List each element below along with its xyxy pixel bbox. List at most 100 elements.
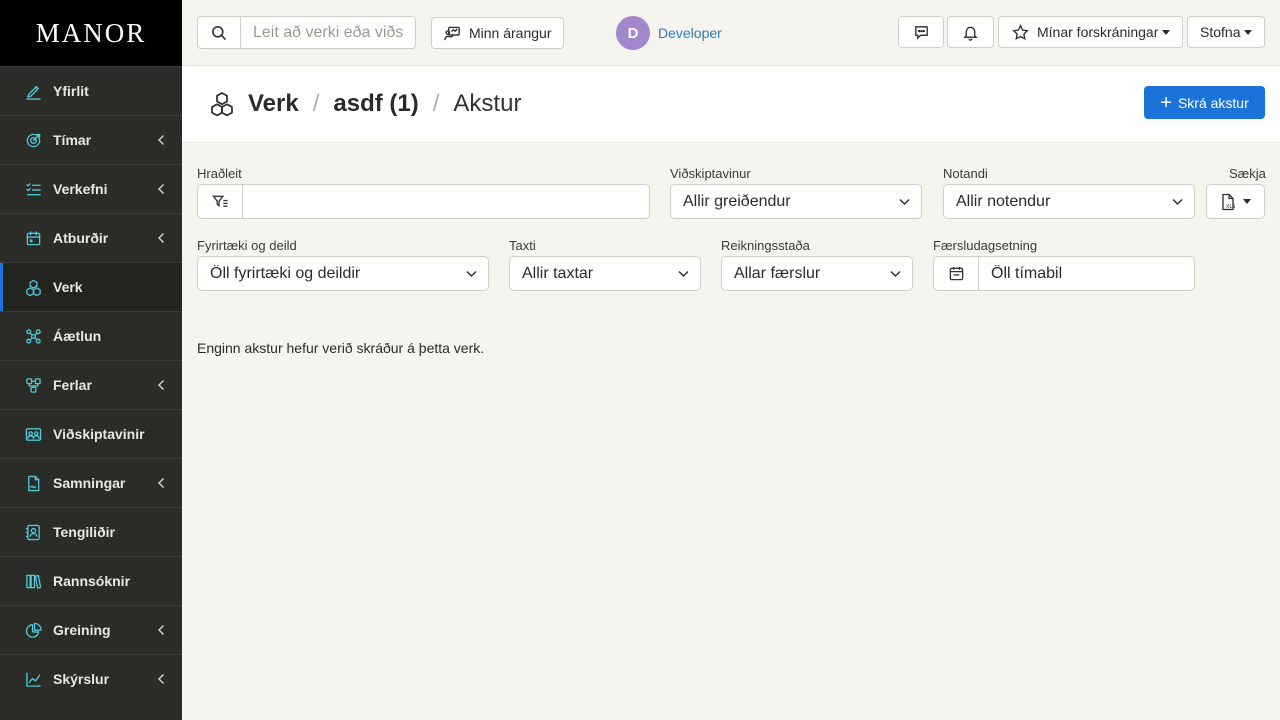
company-select[interactable]: Öll fyrirtæki og deildir — [197, 256, 489, 291]
chevron-down-icon — [677, 267, 690, 280]
chevron-down-icon — [1171, 195, 1184, 208]
sidebar-item-skyrslur[interactable]: Skýrslur — [0, 654, 182, 703]
sidebar-item-verkefni[interactable]: Verkefni — [0, 164, 182, 213]
sidebar-item-yfirlit[interactable]: Yfirlit — [0, 66, 182, 115]
create-label: Stofna — [1200, 24, 1241, 40]
sidebar-item-label: Ferlar — [53, 377, 92, 393]
customer-select[interactable]: Allir greiðendur — [670, 184, 922, 219]
sidebar-item-rannsoknir[interactable]: Rannsóknir — [0, 556, 182, 605]
avatar: D — [616, 16, 650, 50]
company-label: Fyrirtæki og deild — [197, 238, 297, 253]
billing-label: Reikningsstaða — [721, 238, 810, 253]
create-dropdown[interactable]: Stofna — [1187, 16, 1265, 48]
chevron-left-icon — [156, 134, 166, 146]
chevron-down-icon — [465, 267, 478, 280]
calendar-icon — [24, 229, 42, 247]
caret-down-icon — [1162, 29, 1171, 35]
messages-button[interactable] — [898, 16, 944, 48]
user-filter-label: Notandi — [943, 166, 988, 181]
caret-down-icon — [1243, 199, 1251, 204]
export-label: Sækja — [1229, 166, 1266, 181]
date-label: Færsludagsetning — [933, 238, 1038, 253]
sidebar-item-label: Verkefni — [53, 181, 108, 197]
filter-toggle-button[interactable] — [198, 185, 243, 218]
presentation-icon — [444, 26, 460, 40]
calendar-button[interactable] — [934, 257, 979, 290]
topbar: Minn árangur D Developer Mínar forskráni… — [182, 0, 1280, 66]
pie-chart-icon — [24, 621, 42, 639]
chevron-down-icon — [898, 195, 911, 208]
chevron-left-icon — [156, 624, 166, 636]
billing-select[interactable]: Allar færslur — [721, 256, 913, 291]
search-button[interactable] — [198, 17, 241, 48]
chevron-left-icon — [156, 673, 166, 685]
sidebar-item-verk[interactable]: Verk — [0, 262, 182, 311]
sidebar-item-timar[interactable]: Tímar — [0, 115, 182, 164]
sidebar-item-ferlar[interactable]: Ferlar — [0, 360, 182, 409]
notifications-button[interactable] — [947, 16, 994, 48]
chevron-left-icon — [156, 379, 166, 391]
sidebar-item-tengilidir[interactable]: Tengiliðir — [0, 507, 182, 556]
export-dropdown[interactable]: XLS — [1206, 184, 1265, 219]
user-filter-value: Allir notendur — [956, 192, 1051, 210]
quicksearch-field — [197, 184, 650, 219]
bell-icon — [963, 26, 978, 41]
sidebar-item-label: Greining — [53, 622, 111, 638]
search-box — [197, 16, 416, 49]
user-select[interactable]: Allir notendur — [943, 184, 1195, 219]
filter-list-icon — [211, 195, 228, 208]
customers-icon — [24, 425, 42, 443]
register-driving-label: Skrá akstur — [1177, 94, 1249, 111]
company-value: Öll fyrirtæki og deildir — [210, 264, 361, 282]
svg-text:XLS: XLS — [1226, 204, 1235, 210]
customer-label: Viðskiptavinur — [670, 166, 751, 181]
caret-down-icon — [1244, 29, 1253, 35]
chevron-left-icon — [156, 232, 166, 244]
favorites-dropdown[interactable]: Mínar forskráningar — [998, 16, 1183, 48]
sidebar-item-label: Tengiliðir — [53, 524, 115, 540]
flow-icon — [24, 376, 42, 394]
line-chart-icon — [24, 670, 42, 688]
sidebar-item-label: Yfirlit — [53, 83, 89, 99]
chat-icon — [914, 25, 928, 40]
sidebar-item-label: Skýrslur — [53, 671, 110, 687]
calendar-icon — [949, 266, 963, 281]
achievement-label: Minn árangur — [469, 25, 552, 41]
chevron-left-icon — [156, 183, 166, 195]
rate-select[interactable]: Allir taxtar — [509, 256, 701, 291]
contract-icon — [24, 474, 42, 492]
brand-logo[interactable]: MANOR — [0, 0, 182, 66]
user-name[interactable]: Developer — [658, 25, 722, 41]
search-input[interactable] — [241, 17, 415, 48]
sidebar: MANOR Yfirlit Tímar Verkefni Atburðir Verk Áæ… — [0, 0, 182, 720]
pen-chart-icon — [24, 82, 42, 100]
register-driving-button[interactable]: + Skrá akstur — [1144, 86, 1265, 119]
breadcrumb-separator: / — [312, 90, 320, 117]
contact-icon — [24, 523, 42, 541]
file-export-icon: XLS — [1222, 193, 1235, 210]
billing-value: Allar færslur — [734, 264, 821, 282]
cubes-icon — [208, 90, 236, 118]
sidebar-item-greining[interactable]: Greining — [0, 605, 182, 654]
breadcrumb-project[interactable]: asdf (1) — [333, 90, 418, 118]
page-header: Verk / asdf (1) / Akstur + Skrá akstur — [182, 66, 1280, 143]
sidebar-item-samningar[interactable]: Samningar — [0, 458, 182, 507]
rate-value: Allir taxtar — [522, 264, 594, 282]
target-icon — [24, 131, 42, 149]
chevron-left-icon — [156, 477, 166, 489]
date-range-field[interactable]: Öll tímabil — [933, 256, 1195, 291]
breadcrumb-root[interactable]: Verk — [248, 90, 299, 118]
cubes-icon — [24, 278, 42, 296]
user-menu[interactable]: D Developer — [616, 16, 722, 50]
sidebar-item-aaetlun[interactable]: Áætlun — [0, 311, 182, 360]
sidebar-item-label: Viðskiptavinir — [53, 426, 145, 442]
sidebar-item-atburdir[interactable]: Atburðir — [0, 213, 182, 262]
breadcrumb-separator: / — [432, 90, 440, 117]
sidebar-item-vidskiptavinir[interactable]: Viðskiptavinir — [0, 409, 182, 458]
network-icon — [24, 327, 42, 345]
achievement-button[interactable]: Minn árangur — [431, 17, 564, 49]
sidebar-item-label: Atburðir — [53, 230, 109, 246]
sidebar-nav: Yfirlit Tímar Verkefni Atburðir Verk Áætlun Fe… — [0, 66, 182, 703]
sidebar-item-label: Tímar — [53, 132, 92, 148]
search-icon — [212, 25, 227, 40]
